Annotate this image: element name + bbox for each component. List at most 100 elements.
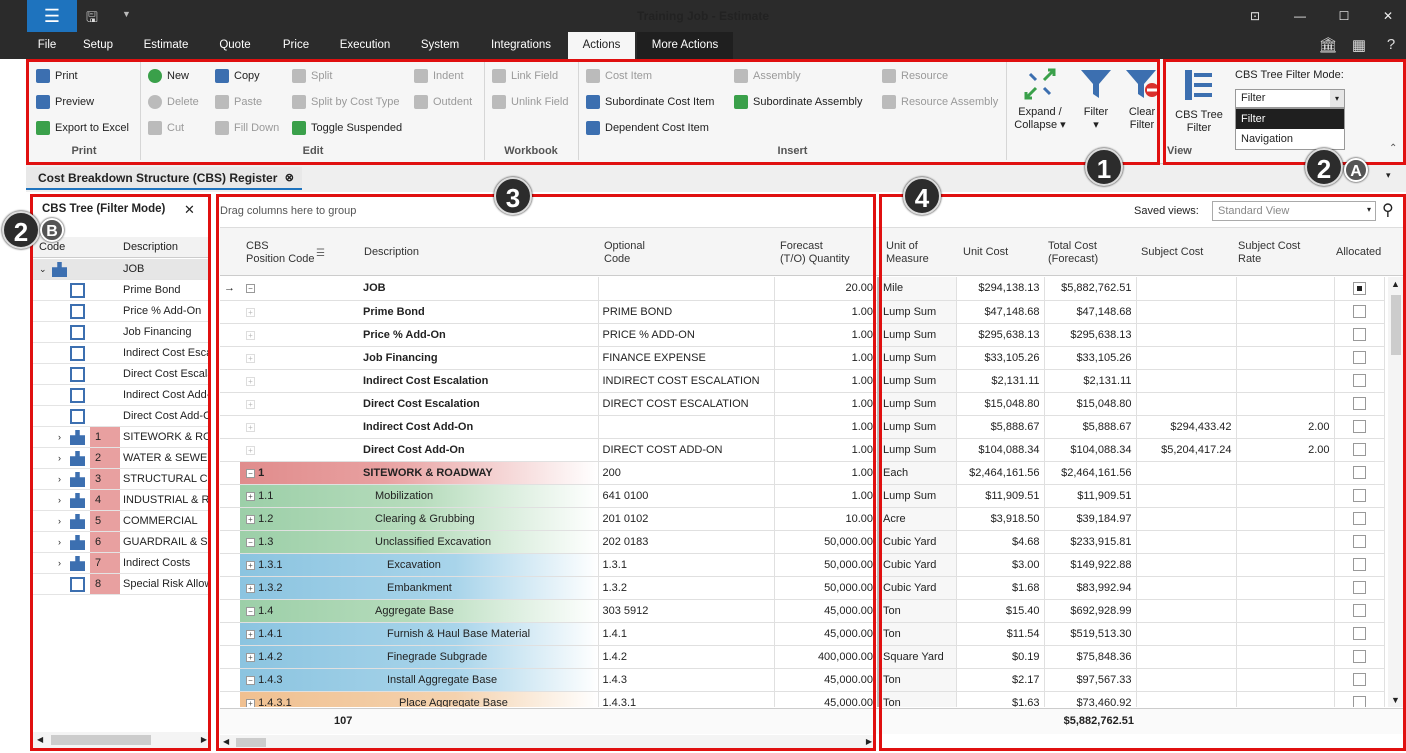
cbs-tree-row[interactable]: Price % Add-On xyxy=(33,301,211,322)
grid-row[interactable]: + Direct Cost Add-On DIRECT COST ADD-ON 1.… xyxy=(220,438,1385,462)
optional-code-cell[interactable]: PRIME BOND xyxy=(598,300,775,324)
cbs-and-description-cell[interactable]: + Direct Cost Add-On xyxy=(240,438,599,462)
unit-of-measure-cell[interactable]: Ton xyxy=(878,599,957,623)
split-button[interactable]: Split xyxy=(292,66,332,86)
menu-file[interactable]: File xyxy=(30,32,64,59)
forecast-quantity-cell[interactable]: 400,000.00 xyxy=(774,645,879,669)
cbs-tree-row[interactable]: ⌄ JOB xyxy=(33,259,211,280)
subject-cost-rate-cell[interactable] xyxy=(1236,277,1335,301)
minimize-button[interactable]: — xyxy=(1285,0,1315,32)
expand-icon[interactable]: + xyxy=(246,514,255,524)
forecast-quantity-cell[interactable]: 1.00 xyxy=(774,300,879,324)
grid-row[interactable]: + Direct Cost Escalation DIRECT COST ESCA… xyxy=(220,392,1385,416)
allocated-cell[interactable] xyxy=(1334,461,1385,485)
cbs-and-description-cell[interactable]: + Price % Add-On xyxy=(240,323,599,347)
subject-cost-cell[interactable] xyxy=(1136,645,1237,669)
cbs-tree-row[interactable]: › 1SITEWORK & ROADWAY xyxy=(33,427,211,448)
expand-icon[interactable]: + xyxy=(246,330,255,340)
subject-cost-rate-cell[interactable] xyxy=(1236,576,1335,600)
cbs-tree-row[interactable]: › 7 Indirect Costs xyxy=(33,553,211,574)
unit-cost-cell[interactable]: $33,105.26 xyxy=(956,346,1045,370)
menu-actions[interactable]: Actions xyxy=(568,32,635,59)
subject-cost-rate-cell[interactable] xyxy=(1236,668,1335,692)
allocated-cell[interactable] xyxy=(1334,507,1385,531)
app-menu-button[interactable]: ☰ xyxy=(27,0,77,32)
allocated-checkbox[interactable] xyxy=(1352,443,1366,456)
optional-code-cell[interactable]: 1.4.3.1 xyxy=(598,691,775,707)
expand-icon[interactable]: + xyxy=(246,307,255,317)
menu-integrations[interactable]: Integrations xyxy=(484,32,558,59)
unit-cost-cell[interactable]: $1.63 xyxy=(956,691,1045,707)
subject-cost-rate-cell[interactable] xyxy=(1236,553,1335,577)
allocated-checkbox[interactable] xyxy=(1352,558,1366,571)
cbs-tree-row[interactable]: › 5 COMMERCIAL xyxy=(33,511,211,532)
subject-cost-cell[interactable] xyxy=(1136,507,1237,531)
optional-code-cell[interactable]: 1.3.1 xyxy=(598,553,775,577)
forecast-quantity-cell[interactable]: 1.00 xyxy=(774,415,879,439)
forecast-quantity-cell[interactable]: 1.00 xyxy=(774,346,879,370)
subject-cost-cell[interactable] xyxy=(1136,668,1237,692)
unit-cost-cell[interactable]: $3.00 xyxy=(956,553,1045,577)
grid-row[interactable]: + 1.3.2 Embankment 1.3.2 50,000.00 Cubic Yar… xyxy=(220,576,1385,600)
expand-chevron-icon[interactable]: › xyxy=(58,448,61,468)
total-cost-cell[interactable]: $97,567.33 xyxy=(1044,668,1137,692)
cbs-and-description-cell[interactable]: + 1.4.2 Finegrade Subgrade xyxy=(240,645,599,669)
grid-row[interactable]: + Price % Add-On PRICE % ADD-ON 1.00 Lump S… xyxy=(220,323,1385,347)
expand-icon[interactable]: + xyxy=(246,491,255,501)
forecast-quantity-cell[interactable]: 1.00 xyxy=(774,392,879,416)
toggle-suspended-button[interactable]: Toggle Suspended xyxy=(292,118,402,138)
forecast-quantity-cell[interactable]: 45,000.00 xyxy=(774,622,879,646)
scroll-up-icon[interactable]: ▲ xyxy=(1391,279,1400,289)
expand-icon[interactable]: + xyxy=(246,652,255,662)
forecast-quantity-cell[interactable]: 50,000.00 xyxy=(774,530,879,554)
allocated-cell[interactable] xyxy=(1334,691,1385,707)
subject-cost-cell[interactable] xyxy=(1136,599,1237,623)
subject-cost-cell[interactable] xyxy=(1136,576,1237,600)
assembly-button[interactable]: Assembly xyxy=(734,66,801,86)
unit-of-measure-cell[interactable]: Ton xyxy=(878,668,957,692)
unit-cost-cell[interactable]: $2.17 xyxy=(956,668,1045,692)
cbs-and-description-cell[interactable]: − 1.4.3 Install Aggregate Base xyxy=(240,668,599,692)
subject-cost-cell[interactable] xyxy=(1136,392,1237,416)
unit-cost-cell[interactable]: $11.54 xyxy=(956,622,1045,646)
allocated-checkbox[interactable] xyxy=(1352,305,1366,318)
expand-icon[interactable]: + xyxy=(246,445,255,455)
allocated-checkbox[interactable] xyxy=(1352,328,1366,341)
allocated-checkbox[interactable] xyxy=(1352,581,1366,594)
forecast-quantity-cell[interactable]: 1.00 xyxy=(774,484,879,508)
cbs-tree-row[interactable]: Job Financing xyxy=(33,322,211,343)
grid-row[interactable]: + 1.4.3.1 Place Aggregate Base 1.4.3.1 45,0… xyxy=(220,691,1385,707)
print-button[interactable]: Print xyxy=(36,66,78,86)
filter-mode-select[interactable]: Filter ▾ xyxy=(1235,89,1345,108)
cost-item-button[interactable]: Cost Item xyxy=(586,66,652,86)
scroll-left-icon[interactable]: ◀ xyxy=(37,735,43,744)
forecast-quantity-cell[interactable]: 10.00 xyxy=(774,507,879,531)
cbs-and-description-cell[interactable]: + Indirect Cost Escalation xyxy=(240,369,599,393)
dependent-cost-item-button[interactable]: Dependent Cost Item xyxy=(586,118,709,138)
scroll-left-icon[interactable]: ◀ xyxy=(223,737,229,746)
optional-code-cell[interactable]: 200 xyxy=(598,461,775,485)
collapse-icon[interactable]: − xyxy=(246,675,255,685)
grid-row[interactable]: + 1.2 Clearing & Grubbing 201 0102 10.00 Acr… xyxy=(220,507,1385,531)
allocated-checkbox[interactable] xyxy=(1352,650,1366,663)
cbs-and-description-cell[interactable]: + 1.4.1 Furnish & Haul Base Material xyxy=(240,622,599,646)
allocated-cell[interactable] xyxy=(1334,530,1385,554)
expand-chevron-icon[interactable]: › xyxy=(58,427,61,447)
forecast-quantity-cell[interactable]: 1.00 xyxy=(774,438,879,462)
unit-cost-cell[interactable]: $11,909.51 xyxy=(956,484,1045,508)
total-cost-cell[interactable]: $83,992.94 xyxy=(1044,576,1137,600)
scroll-down-icon[interactable]: ▼ xyxy=(1391,695,1400,705)
col-description[interactable]: Description xyxy=(364,246,419,259)
close-button[interactable]: ✕ xyxy=(1373,0,1403,32)
unit-cost-cell[interactable]: $5,888.67 xyxy=(956,415,1045,439)
total-cost-cell[interactable]: $295,638.13 xyxy=(1044,323,1137,347)
unit-of-measure-cell[interactable]: Lump Sum xyxy=(878,323,957,347)
subject-cost-cell[interactable] xyxy=(1136,553,1237,577)
cbs-tree-row[interactable]: Indirect Cost Add-On xyxy=(33,385,211,406)
indent-button[interactable]: Indent xyxy=(414,66,464,86)
optional-code-cell[interactable]: 201 0102 xyxy=(598,507,775,531)
unit-of-measure-cell[interactable]: Lump Sum xyxy=(878,369,957,393)
unit-of-measure-cell[interactable]: Lump Sum xyxy=(878,484,957,508)
unit-of-measure-cell[interactable]: Cubic Yard xyxy=(878,530,957,554)
layout-grid-icon[interactable]: ▦ xyxy=(1349,36,1369,54)
